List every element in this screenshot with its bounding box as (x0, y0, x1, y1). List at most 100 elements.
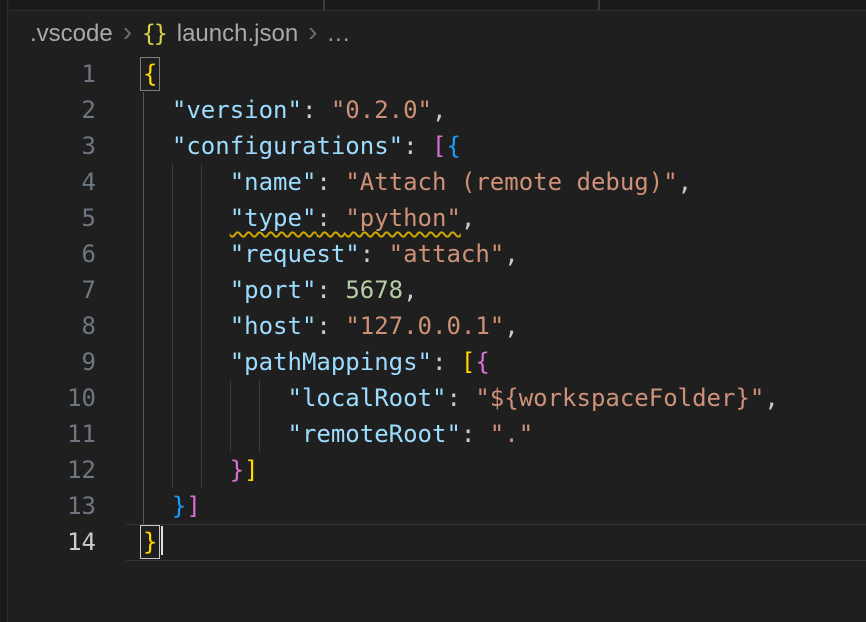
code-token (143, 204, 230, 232)
bracket-match: { (143, 60, 157, 88)
breadcrumb: .vscode › {} launch.json › ... (30, 12, 351, 56)
code-line[interactable]: 8 "host": "127.0.0.1", (0, 308, 866, 344)
breadcrumb-file[interactable]: launch.json (177, 20, 298, 48)
code-token (143, 132, 172, 160)
warning-squiggle-token: "type" (230, 204, 317, 232)
code-token (143, 348, 230, 376)
code-token: "attach" (389, 240, 505, 268)
code-token (143, 96, 172, 124)
code-text: "name": "Attach (remote debug)", (143, 164, 692, 200)
code-token: , (403, 276, 417, 304)
code-token: 5678 (345, 276, 403, 304)
code-text: "request": "attach", (143, 236, 519, 272)
line-number[interactable]: 12 (9, 452, 96, 488)
code-token: { (446, 132, 460, 160)
code-line[interactable]: 14} (0, 524, 866, 560)
editor-code-area[interactable]: 1{2 "version": "0.2.0",3 "configurations… (0, 56, 866, 560)
code-token (143, 456, 230, 484)
code-token: "pathMappings" (230, 348, 432, 376)
code-line[interactable]: 2 "version": "0.2.0", (0, 92, 866, 128)
code-line[interactable]: 12 }] (0, 452, 866, 488)
text-cursor (161, 526, 163, 555)
code-token: "request" (230, 240, 360, 268)
code-token: , (461, 204, 475, 232)
code-line[interactable]: 3 "configurations": [{ (0, 128, 866, 164)
code-token: } (172, 492, 186, 520)
code-token: "${workspaceFolder}" (475, 384, 764, 412)
code-line[interactable]: 11 "remoteRoot": "." (0, 416, 866, 452)
editor-group-left-border (0, 0, 8, 622)
code-text: "pathMappings": [{ (143, 344, 490, 380)
code-token: : (316, 312, 345, 340)
code-line[interactable]: 9 "pathMappings": [{ (0, 344, 866, 380)
tab-divider (598, 0, 600, 10)
code-token (143, 168, 230, 196)
code-token: "remoteRoot" (288, 420, 461, 448)
code-line[interactable]: 6 "request": "attach", (0, 236, 866, 272)
chevron-right-icon: › (307, 18, 318, 50)
code-line[interactable]: 1{ (0, 56, 866, 92)
code-text: "localRoot": "${workspaceFolder}", (143, 380, 779, 416)
code-token (143, 240, 230, 268)
code-text: "version": "0.2.0", (143, 92, 446, 128)
code-token: "name" (230, 168, 317, 196)
code-text: "host": "127.0.0.1", (143, 308, 519, 344)
code-token: [ (432, 132, 446, 160)
code-line[interactable]: 7 "port": 5678, (0, 272, 866, 308)
line-number[interactable]: 3 (9, 128, 96, 164)
code-token (143, 420, 288, 448)
line-number[interactable]: 5 (9, 200, 96, 236)
code-token: , (764, 384, 778, 412)
code-token: : (403, 132, 432, 160)
bracket-match: } (143, 528, 157, 556)
chevron-right-icon: › (122, 18, 133, 50)
warning-squiggle-token: "python" (345, 204, 461, 232)
code-token: "." (490, 420, 533, 448)
code-text: "configurations": [{ (143, 128, 461, 164)
tab-bar[interactable] (9, 0, 866, 11)
code-line[interactable]: 4 "name": "Attach (remote debug)", (0, 164, 866, 200)
code-line[interactable]: 13 }] (0, 488, 866, 524)
code-token: "host" (230, 312, 317, 340)
code-token: , (432, 96, 446, 124)
breadcrumb-folder[interactable]: .vscode (30, 20, 113, 48)
line-number[interactable]: 14 (9, 524, 96, 560)
code-token: : (360, 240, 389, 268)
line-number[interactable]: 13 (9, 488, 96, 524)
line-number[interactable]: 9 (9, 344, 96, 380)
code-text: }] (143, 452, 259, 488)
line-number[interactable]: 4 (9, 164, 96, 200)
line-number[interactable]: 7 (9, 272, 96, 308)
line-number[interactable]: 8 (9, 308, 96, 344)
code-token: : (316, 168, 345, 196)
code-text: "type": "python", (143, 200, 475, 236)
code-token: "127.0.0.1" (345, 312, 504, 340)
code-token: "0.2.0" (331, 96, 432, 124)
code-token: ] (186, 492, 200, 520)
code-token: } (230, 456, 244, 484)
code-token: "port" (230, 276, 317, 304)
line-number[interactable]: 6 (9, 236, 96, 272)
code-token: "localRoot" (288, 384, 447, 412)
line-number[interactable]: 11 (9, 416, 96, 452)
code-token: : (302, 96, 331, 124)
json-braces-icon: {} (142, 21, 168, 47)
warning-squiggle-token: : (316, 204, 345, 232)
code-line[interactable]: 10 "localRoot": "${workspaceFolder}", (0, 380, 866, 416)
code-token: , (678, 168, 692, 196)
code-text: { (143, 56, 157, 92)
code-token: "configurations" (172, 132, 403, 160)
code-token: : (432, 348, 461, 376)
code-text: }] (143, 488, 201, 524)
line-number[interactable]: 10 (9, 380, 96, 416)
code-text: } (143, 524, 163, 560)
code-token (143, 276, 230, 304)
line-number[interactable]: 1 (9, 56, 96, 92)
code-token: , (504, 312, 518, 340)
code-line[interactable]: 5 "type": "python", (0, 200, 866, 236)
code-token: ] (244, 456, 258, 484)
code-token (143, 492, 172, 520)
code-token: : (461, 420, 490, 448)
breadcrumb-symbol-ellipsis[interactable]: ... (328, 20, 351, 48)
line-number[interactable]: 2 (9, 92, 96, 128)
